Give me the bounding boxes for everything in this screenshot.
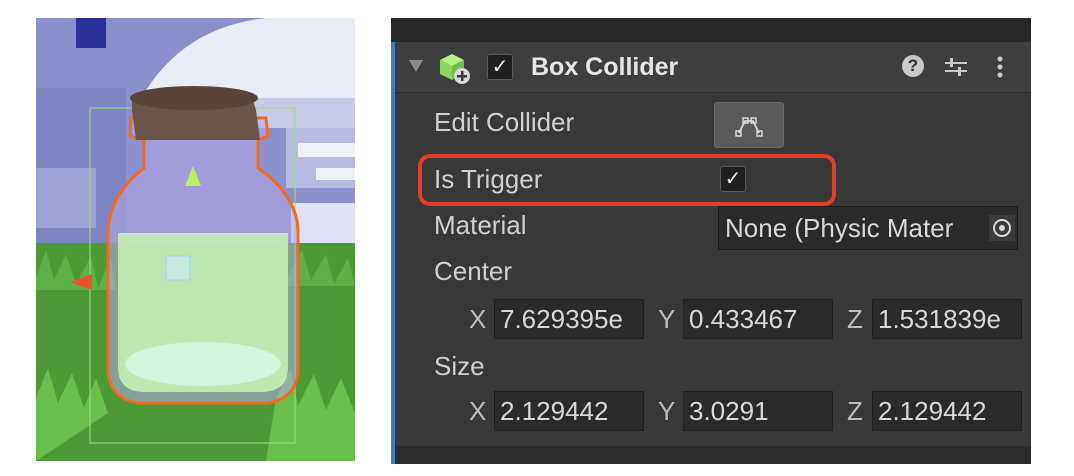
inspector-panel: ✓ Box Collider ? Edit Collider Is Trigge… <box>391 18 1031 464</box>
edit-collider-icon <box>735 117 763 137</box>
is-trigger-highlight-annotation <box>418 154 836 206</box>
help-icon[interactable]: ? <box>902 55 924 77</box>
scene-view[interactable] <box>36 18 355 461</box>
component-header[interactable]: ✓ Box Collider ? <box>395 42 1031 93</box>
edit-collider-button[interactable] <box>714 102 784 148</box>
building-dark-block <box>76 18 106 48</box>
center-z-field[interactable]: 1.531839e <box>872 299 1022 339</box>
size-y-field[interactable]: 3.0291 <box>683 391 833 431</box>
center-y-label: Y <box>658 304 676 334</box>
component-enabled-checkbox[interactable]: ✓ <box>487 54 513 80</box>
size-label: Size <box>434 351 485 381</box>
center-x-field[interactable]: 7.629395e <box>494 299 644 339</box>
inspector-bottom-bar <box>395 446 1031 464</box>
size-x-field[interactable]: 2.129442 <box>494 391 644 431</box>
inspector-top-bar <box>391 18 1031 42</box>
material-object-field[interactable]: None (Physic Mater <box>718 206 1018 250</box>
size-z-field[interactable]: 2.129442 <box>872 391 1022 431</box>
center-label: Center <box>434 256 513 286</box>
center-y-field[interactable]: 0.433467 <box>683 299 833 339</box>
preset-icon[interactable] <box>943 54 969 80</box>
center-x-label: X <box>469 304 487 334</box>
fold-arrow-icon[interactable] <box>409 60 423 72</box>
scene-render <box>36 18 355 461</box>
edit-collider-label: Edit Collider <box>434 107 575 137</box>
component-accent-edge <box>391 42 395 464</box>
object-picker-icon[interactable] <box>989 215 1015 241</box>
kebab-menu-icon[interactable] <box>993 54 1007 80</box>
size-z-label: Z <box>847 396 863 426</box>
center-z-label: Z <box>847 304 863 334</box>
size-x-label: X <box>469 396 487 426</box>
material-label: Material <box>434 210 527 240</box>
box-collider-icon <box>440 54 470 84</box>
component-title: Box Collider <box>531 53 679 81</box>
size-y-label: Y <box>658 396 676 426</box>
material-value: None (Physic Mater <box>725 213 954 243</box>
